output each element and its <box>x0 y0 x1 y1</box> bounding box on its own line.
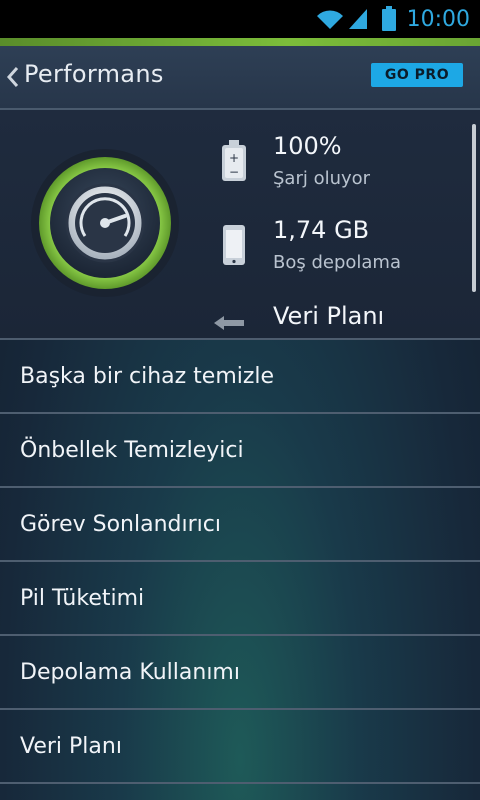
data-arrow-icon <box>214 316 244 330</box>
performance-panel: + − 100% Şarj oluyor 1,74 GB Boş depolam… <box>0 110 480 340</box>
battery-value: 100% <box>273 132 342 160</box>
battery-label: Şarj oluyor <box>273 168 371 189</box>
svg-text:+: + <box>229 151 239 165</box>
data-plan-value: Veri Planı <box>273 302 385 330</box>
panel-scrollbar[interactable] <box>472 124 476 292</box>
go-pro-button[interactable]: GO PRO <box>371 63 463 87</box>
signal-icon <box>348 9 367 29</box>
clock: 10:00 <box>406 6 470 32</box>
phone-icon <box>223 225 245 265</box>
list-item-storage-usage[interactable]: Depolama Kullanımı <box>0 636 480 710</box>
list-item-task-killer[interactable]: Görev Sonlandırıcı <box>0 488 480 562</box>
list-item-data-plan[interactable]: Veri Planı <box>0 710 480 784</box>
battery-icon: + − <box>222 140 246 181</box>
list-item-label: Görev Sonlandırıcı <box>20 511 221 537</box>
speedometer-icon[interactable] <box>30 148 180 298</box>
list-item-label: Veri Planı <box>20 733 122 759</box>
list-item-label: Depolama Kullanımı <box>20 659 240 685</box>
list-item-battery-usage[interactable]: Pil Tüketimi <box>0 562 480 636</box>
list-item-clean-other-device[interactable]: Başka bir cihaz temizle <box>0 340 480 414</box>
chevron-left-icon[interactable] <box>6 66 20 88</box>
menu-list: Başka bir cihaz temizle Önbellek Temizle… <box>0 340 480 784</box>
list-item-label: Başka bir cihaz temizle <box>20 363 275 389</box>
list-item-label: Pil Tüketimi <box>20 585 145 611</box>
action-bar: Performans GO PRO <box>0 46 480 110</box>
wifi-icon <box>316 10 343 29</box>
page-title[interactable]: Performans <box>24 60 164 88</box>
list-item-label: Önbellek Temizleyici <box>20 437 244 463</box>
list-item-cache-cleaner[interactable]: Önbellek Temizleyici <box>0 414 480 488</box>
storage-label: Boş depolama <box>273 252 401 273</box>
accent-line <box>0 38 480 46</box>
svg-text:−: − <box>229 165 239 179</box>
battery-icon <box>381 6 396 31</box>
storage-value: 1,74 GB <box>273 216 370 244</box>
status-bar: 10:00 <box>0 0 480 38</box>
